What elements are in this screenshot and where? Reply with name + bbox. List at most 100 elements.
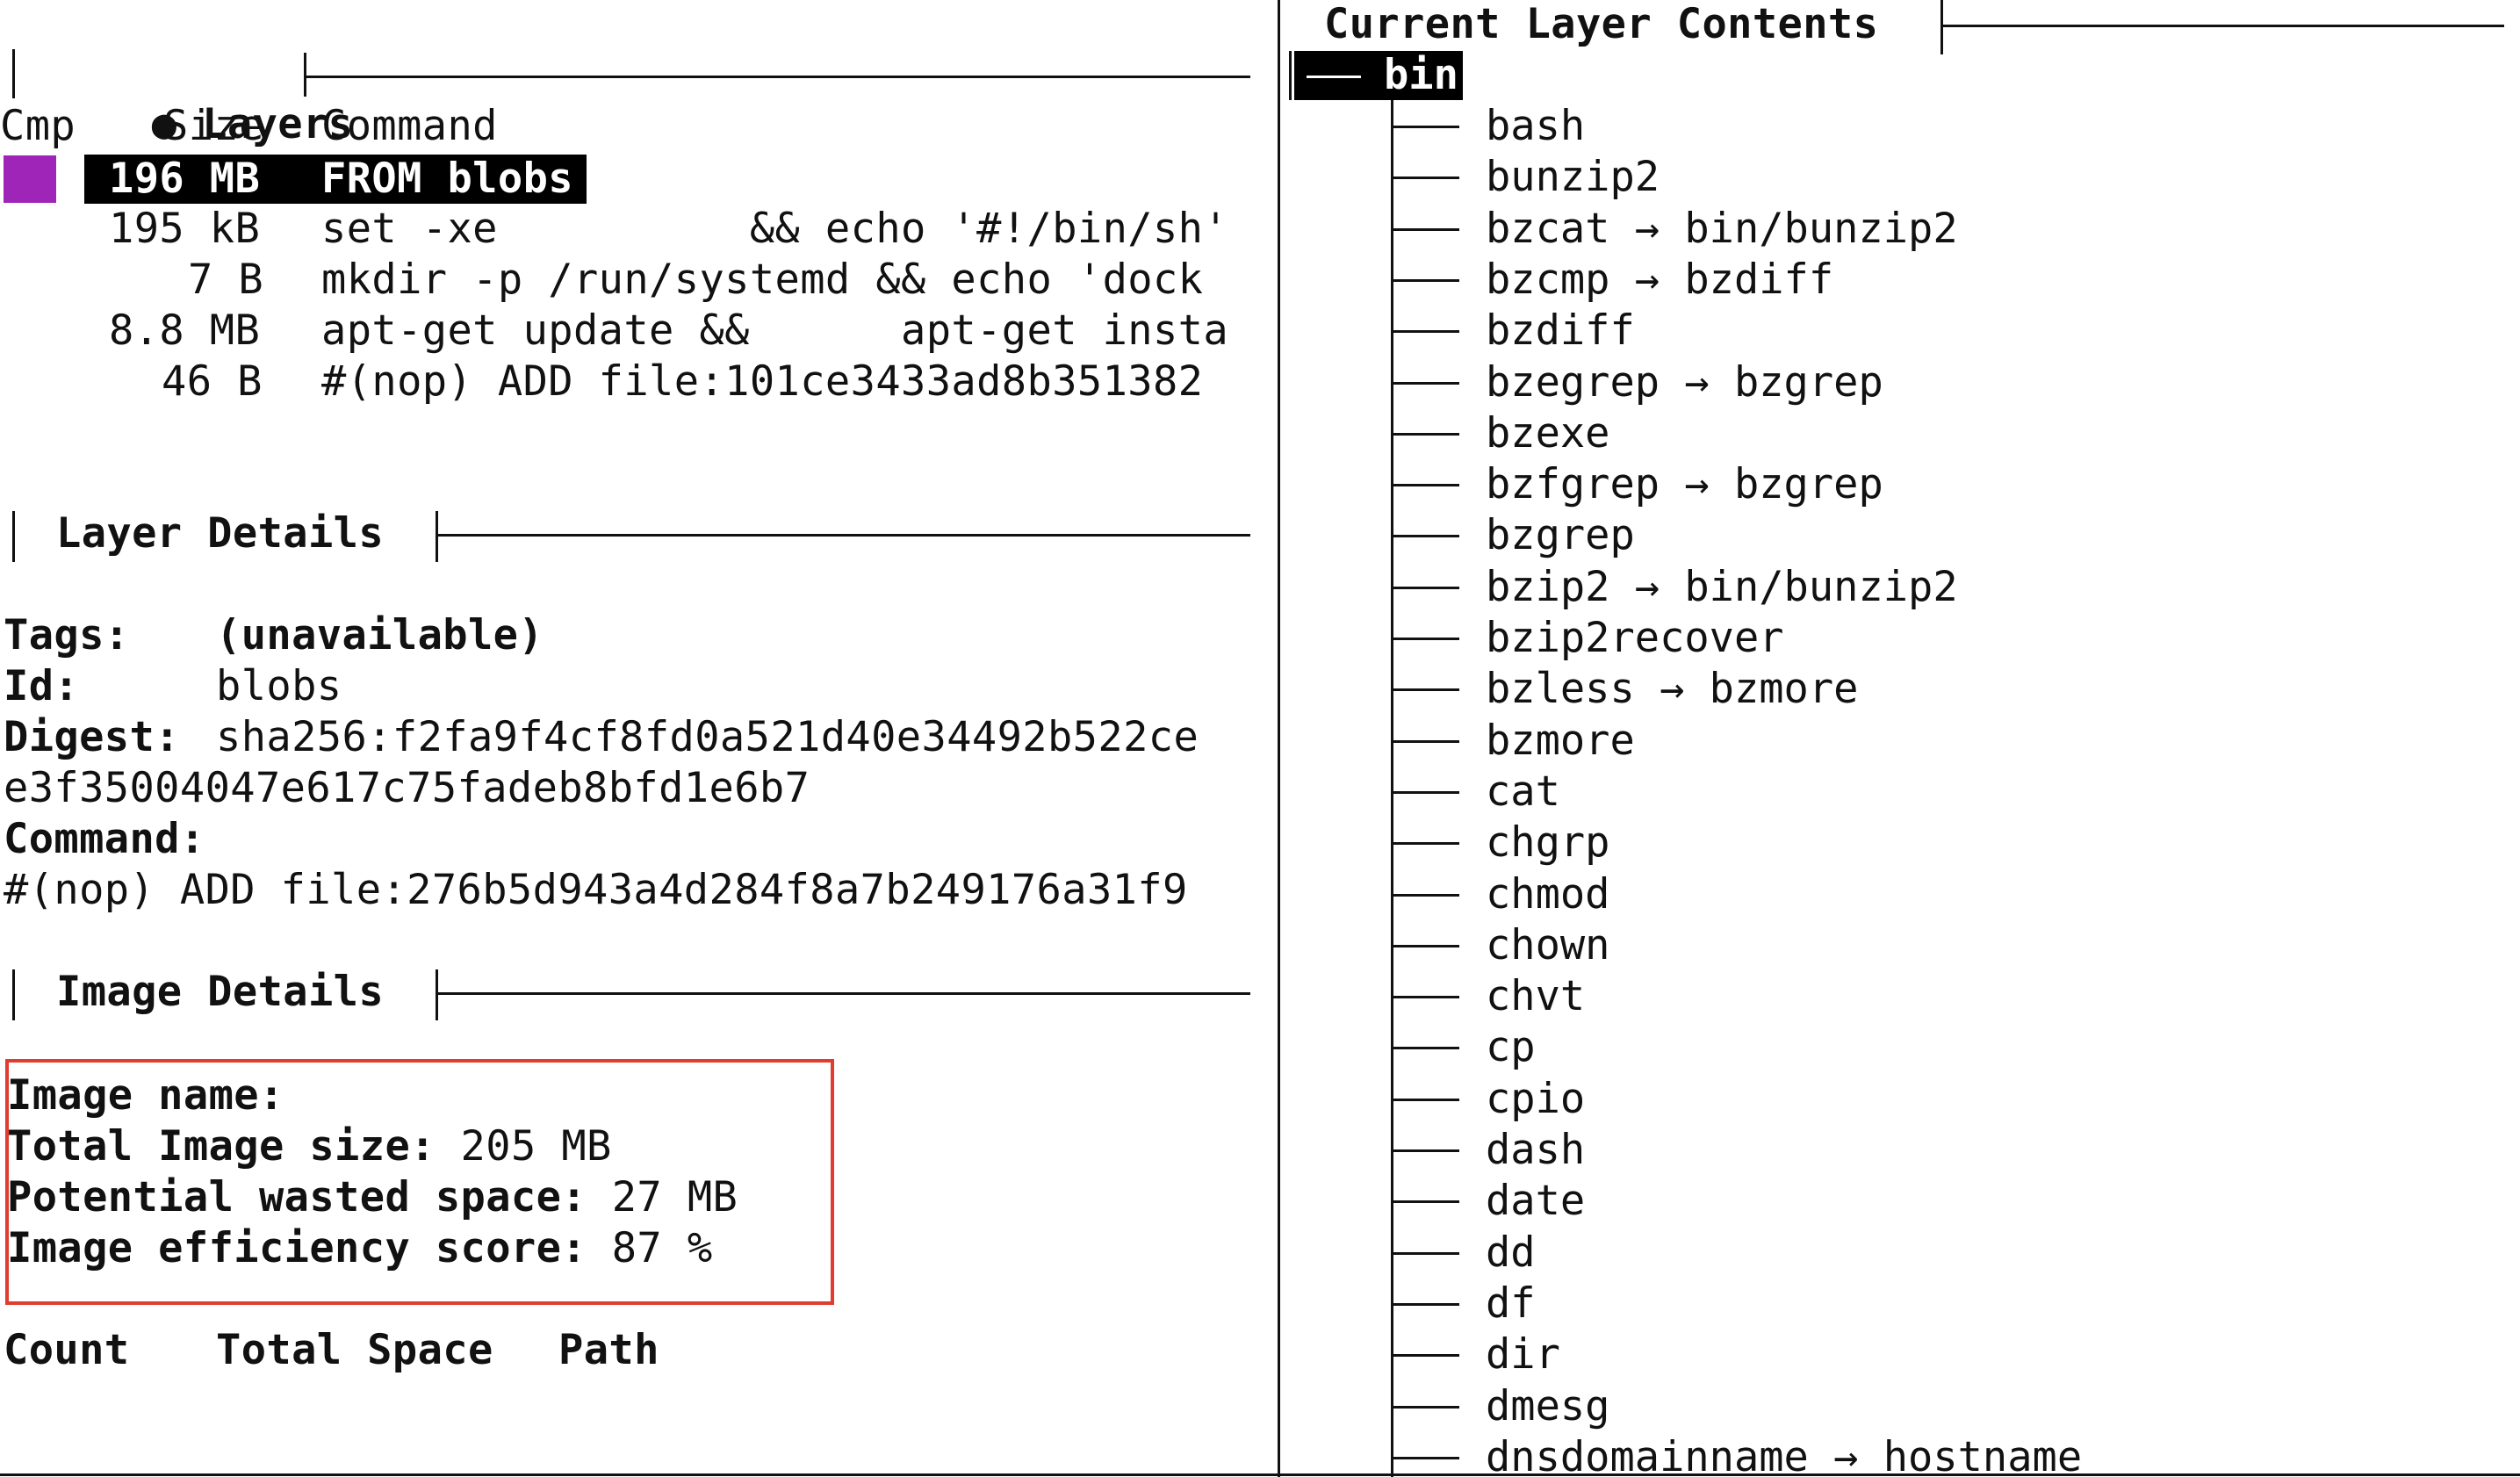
layers-header-left-bracket xyxy=(12,49,15,98)
tree-branch xyxy=(1393,893,1459,897)
right-pane: Current Layer Contents bin bash bunzip2 bz… xyxy=(1289,0,2520,1477)
command-value: #(nop) ADD file:276b5d943a4d284f8a7b2491… xyxy=(4,866,1188,914)
tags-value: (unavailable) xyxy=(216,611,544,659)
tree-branch xyxy=(1393,1302,1459,1306)
layer-details-right-bracket xyxy=(436,511,438,562)
efficiency-value: 87 % xyxy=(611,1224,713,1272)
tags-label: Tags: xyxy=(4,611,130,659)
layer-command: apt-get update && apt-get insta xyxy=(321,306,1229,355)
tree-branch xyxy=(1393,484,1459,487)
tree-entry-label: bzfgrep → bzgrep xyxy=(1486,460,1883,509)
tree-entry-label: bzmore xyxy=(1486,716,1635,765)
layer-details-left-bracket xyxy=(12,511,15,562)
digest-value: sha256:f2fa9f4cf8fd0a521d40e34492b522ce xyxy=(216,713,1199,761)
tree-entry-label: bzless → bzmore xyxy=(1486,665,1859,714)
layers-col-cmp: Cmp xyxy=(0,102,76,150)
layer-command: FROM blobs xyxy=(321,155,573,203)
pane-divider xyxy=(1278,0,1280,1477)
tree-entry-label: cpio xyxy=(1486,1074,1586,1123)
layer-size: 46 B xyxy=(162,357,263,406)
tree-entry-label: dmesg xyxy=(1486,1381,1610,1430)
tree-entry-label: chmod xyxy=(1486,869,1610,919)
image-details-left-bracket xyxy=(12,969,15,1020)
layer-size: 195 kB xyxy=(109,205,261,253)
contents-header-bracket xyxy=(1940,0,1943,54)
tree-branch xyxy=(1393,1149,1459,1152)
tree-branch xyxy=(1393,790,1459,794)
layers-col-size: Size xyxy=(163,102,264,150)
tree-entry-label: dash xyxy=(1486,1126,1586,1174)
efficiency-label: Image efficiency score: xyxy=(7,1224,587,1272)
command-label: Command: xyxy=(4,815,205,863)
layer-details-rule xyxy=(437,534,1250,537)
layer-size: 196 MB xyxy=(109,155,261,203)
tree-branch xyxy=(1393,177,1459,180)
wasted-col-total-space: Total Space xyxy=(216,1326,493,1374)
tree-root-selected[interactable]: bin xyxy=(1294,51,1463,100)
layers-col-command: Command xyxy=(321,102,498,150)
tree-branch xyxy=(1393,1098,1459,1101)
layer-command: mkdir -p /run/systemd && echo 'dock xyxy=(321,256,1204,304)
contents-title: Current Layer Contents xyxy=(1324,0,1879,48)
tree-entry-label: chvt xyxy=(1486,972,1586,1021)
tree-branch xyxy=(1393,842,1459,846)
tree-branch xyxy=(1393,381,1459,385)
digest-label: Digest: xyxy=(4,713,180,761)
tree-entry-label: chown xyxy=(1486,920,1610,969)
tree-branch xyxy=(1393,278,1459,282)
total-size-row: Total Image size: 205 MB xyxy=(7,1122,612,1171)
tree-branch xyxy=(1393,227,1459,231)
tree-branch xyxy=(1393,1354,1459,1358)
tree-entry-label: bzdiff xyxy=(1486,306,1635,356)
tree-branch xyxy=(1393,1047,1459,1050)
layer-size: 7 B xyxy=(188,256,264,304)
tree-entry-label: bunzip2 xyxy=(1486,153,1660,202)
tree-branch xyxy=(1393,996,1459,999)
wasted-space-value: 27 MB xyxy=(611,1173,738,1221)
digest-value-continued: e3f35004047e617c75fadeb8bfd1e6b7 xyxy=(4,764,810,812)
layer-row-selected[interactable]: 196 MB FROM blobs xyxy=(84,155,587,204)
id-label: Id: xyxy=(4,662,80,710)
tree-entry-label: bzegrep → bzgrep xyxy=(1486,357,1883,407)
tree-entry-label: bzgrep xyxy=(1486,511,1635,560)
tree-entry-label: dnsdomainname → hostname xyxy=(1486,1432,2083,1477)
wasted-col-count: Count xyxy=(4,1326,130,1374)
image-name-row: Image name: xyxy=(7,1071,309,1120)
total-size-value: 205 MB xyxy=(460,1122,612,1171)
tree-branch xyxy=(1393,330,1459,334)
efficiency-row: Image efficiency score: 87 % xyxy=(7,1224,713,1273)
tree-branch xyxy=(1393,944,1459,947)
image-details-right-bracket xyxy=(436,969,438,1020)
layers-header-right-bracket xyxy=(304,53,306,97)
tree-branch xyxy=(1393,432,1459,436)
wasted-col-path: Path xyxy=(558,1326,659,1374)
layers-header-rule xyxy=(306,76,1250,78)
tree-entry-label: bzip2recover xyxy=(1486,614,1784,662)
tree-entry-label: chgrp xyxy=(1486,818,1610,868)
tree-branch xyxy=(1393,688,1459,692)
tree-branch xyxy=(1393,535,1459,538)
tree-branch xyxy=(1393,739,1459,743)
tree-entry-label: cp xyxy=(1486,1023,1536,1072)
tree-root-label: bin xyxy=(1384,51,1458,99)
left-pane: ● Layers Cmp Size Command 196 MB FROM bl… xyxy=(0,0,1264,1477)
layer-details-title: Layer Details xyxy=(56,509,385,558)
total-size-label: Total Image size: xyxy=(7,1122,436,1171)
tree-root-branch xyxy=(1307,76,1361,78)
wasted-space-label: Potential wasted space: xyxy=(7,1173,587,1221)
tree-branch xyxy=(1393,638,1459,640)
tree-entry-label: df xyxy=(1486,1279,1536,1328)
layer-command: #(nop) ADD file:101ce3433ad8b351382 xyxy=(321,357,1204,406)
image-name-label: Image name: xyxy=(7,1071,284,1120)
tree-trunk xyxy=(1391,100,1393,1477)
tree-entry-label: cat xyxy=(1486,767,1560,816)
contents-header-rule xyxy=(1942,25,2504,27)
wasted-space-row: Potential wasted space: 27 MB xyxy=(7,1173,738,1222)
tree-branch xyxy=(1393,1405,1459,1409)
tree-entry-label: dd xyxy=(1486,1228,1536,1277)
tree-entry-label: bzexe xyxy=(1486,408,1610,458)
tree-root-bracket xyxy=(1289,51,1292,100)
tree-branch xyxy=(1393,126,1459,128)
tree-entry-label: bzip2 → bin/bunzip2 xyxy=(1486,562,1958,611)
id-value: blobs xyxy=(216,662,342,710)
